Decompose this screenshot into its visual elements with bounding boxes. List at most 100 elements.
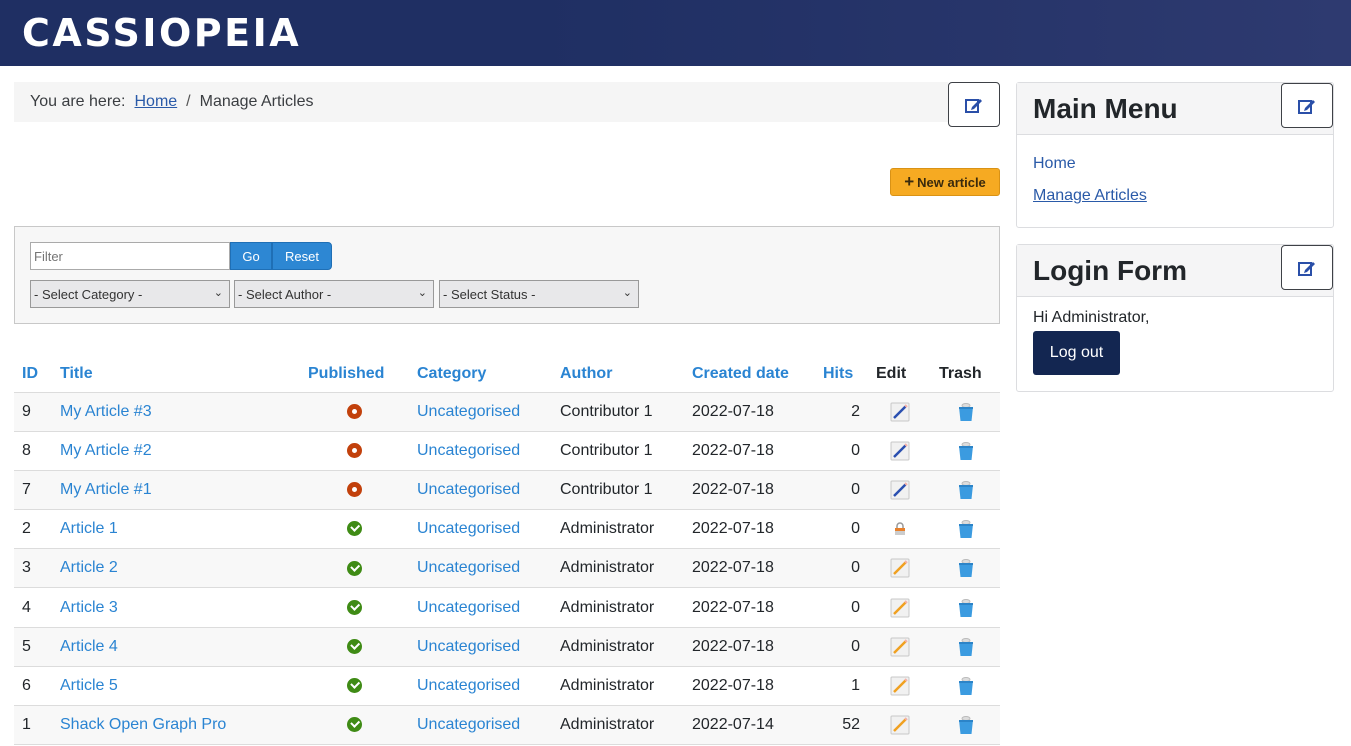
cell-id: 9 (14, 392, 52, 432)
column-header-hits[interactable]: Hits (815, 356, 868, 393)
published-icon[interactable] (347, 678, 362, 694)
main-menu-edit-module-button[interactable] (1281, 83, 1333, 128)
go-button[interactable]: Go (230, 242, 272, 270)
new-article-label: New article (917, 174, 986, 190)
column-header-published[interactable]: Published (300, 356, 409, 393)
article-title-link[interactable]: Article 2 (60, 559, 118, 576)
articles-table: ID Title Published Category Author Creat… (14, 356, 1000, 746)
category-link[interactable]: Uncategorised (417, 677, 520, 694)
trash-icon[interactable] (957, 598, 975, 618)
article-title-link[interactable]: My Article #2 (60, 442, 152, 459)
cell-created-date: 2022-07-18 (684, 548, 815, 589)
chevron-down-icon: ⌄ (417, 287, 427, 299)
trash-icon[interactable] (957, 676, 975, 696)
category-link[interactable]: Uncategorised (417, 481, 520, 498)
cell-author: Administrator (552, 587, 684, 628)
category-link[interactable]: Uncategorised (417, 599, 520, 616)
main-content: You are here: Home / Manage Articles + N… (14, 82, 1000, 746)
category-link[interactable]: Uncategorised (417, 559, 520, 576)
article-title-link[interactable]: Shack Open Graph Pro (60, 716, 226, 733)
trash-icon[interactable] (957, 558, 975, 578)
column-header-title[interactable]: Title (52, 356, 300, 393)
breadcrumb-home-link[interactable]: Home (134, 93, 177, 111)
trash-icon[interactable] (957, 637, 975, 657)
category-link[interactable]: Uncategorised (417, 638, 520, 655)
cell-id: 7 (14, 470, 52, 511)
trash-icon[interactable] (957, 715, 975, 735)
trash-icon[interactable] (957, 519, 975, 539)
published-icon[interactable] (347, 599, 362, 615)
article-title-link[interactable]: Article 5 (60, 677, 118, 694)
menu-item-home[interactable]: Home (1033, 155, 1317, 173)
author-select[interactable]: - Select Author - ⌄ (234, 280, 434, 308)
site-brand-logo[interactable]: CASSIOPEIA (22, 11, 301, 55)
main-menu-module: Main Menu Home Manage Articles (1016, 82, 1334, 228)
lock-icon (894, 522, 906, 536)
cell-id: 6 (14, 666, 52, 707)
cell-created-date: 2022-07-18 (684, 587, 815, 628)
edit-icon (965, 98, 982, 113)
category-link[interactable]: Uncategorised (417, 442, 520, 459)
edit-disabled-icon[interactable] (890, 715, 910, 735)
unpublished-icon[interactable] (347, 403, 362, 419)
edit-disabled-icon[interactable] (890, 637, 910, 657)
breadcrumb-edit-module-button[interactable] (948, 82, 1000, 127)
article-title-link[interactable]: My Article #3 (60, 403, 152, 420)
reset-button[interactable]: Reset (272, 242, 332, 270)
table-header-row: ID Title Published Category Author Creat… (14, 356, 1000, 393)
cell-author: Contributor 1 (552, 431, 684, 471)
login-form-edit-module-button[interactable] (1281, 245, 1333, 290)
trash-icon[interactable] (957, 402, 975, 422)
chevron-down-icon: ⌄ (213, 287, 223, 299)
site-header: CASSIOPEIA (0, 0, 1351, 66)
menu-item-manage-articles[interactable]: Manage Articles (1033, 187, 1317, 205)
new-article-button[interactable]: + New article (890, 168, 1000, 196)
published-icon[interactable] (347, 521, 362, 537)
published-icon[interactable] (347, 560, 362, 576)
edit-icon (1298, 99, 1315, 114)
column-header-created-date[interactable]: Created date (684, 356, 815, 393)
column-header-author[interactable]: Author (552, 356, 684, 393)
article-title-link[interactable]: Article 4 (60, 638, 118, 655)
edit-icon[interactable] (890, 441, 910, 461)
breadcrumb-separator: / (186, 93, 191, 110)
published-icon[interactable] (347, 638, 362, 654)
breadcrumb: You are here: Home / Manage Articles (14, 82, 948, 122)
edit-disabled-icon[interactable] (890, 558, 910, 578)
cell-created-date: 2022-07-18 (684, 392, 815, 432)
column-header-id[interactable]: ID (14, 356, 52, 393)
category-link[interactable]: Uncategorised (417, 403, 520, 420)
edit-disabled-icon[interactable] (890, 598, 910, 618)
cell-author: Administrator (552, 627, 684, 667)
edit-icon (1298, 261, 1315, 276)
logout-button[interactable]: Log out (1033, 331, 1120, 375)
trash-icon[interactable] (957, 480, 975, 500)
cell-author: Contributor 1 (552, 392, 684, 432)
unpublished-icon[interactable] (347, 482, 362, 498)
cell-created-date: 2022-07-18 (684, 470, 815, 511)
filter-input[interactable] (30, 242, 230, 270)
cell-hits: 0 (815, 627, 868, 667)
cell-hits: 0 (815, 548, 868, 589)
article-title-link[interactable]: Article 1 (60, 520, 118, 537)
cell-author: Administrator (552, 548, 684, 589)
edit-icon[interactable] (890, 402, 910, 422)
article-title-link[interactable]: Article 3 (60, 599, 118, 616)
chevron-down-icon: ⌄ (622, 287, 632, 299)
cell-id: 1 (14, 705, 52, 746)
edit-icon[interactable] (890, 480, 910, 500)
status-select[interactable]: - Select Status - ⌄ (439, 280, 639, 308)
unpublished-icon[interactable] (347, 443, 362, 459)
published-icon[interactable] (347, 717, 362, 733)
category-link[interactable]: Uncategorised (417, 716, 520, 733)
column-header-category[interactable]: Category (409, 356, 552, 393)
category-select[interactable]: - Select Category - ⌄ (30, 280, 230, 308)
trash-icon[interactable] (957, 441, 975, 461)
cell-created-date: 2022-07-18 (684, 627, 815, 667)
category-link[interactable]: Uncategorised (417, 520, 520, 537)
table-row: 4 Article 3 Uncategorised Administrator 2022… (14, 587, 1000, 628)
breadcrumb-current: Manage Articles (199, 93, 314, 110)
edit-disabled-icon[interactable] (890, 676, 910, 696)
article-title-link[interactable]: My Article #1 (60, 481, 152, 498)
table-row: 5 Article 4 Uncategorised Administrator 2022… (14, 627, 1000, 667)
